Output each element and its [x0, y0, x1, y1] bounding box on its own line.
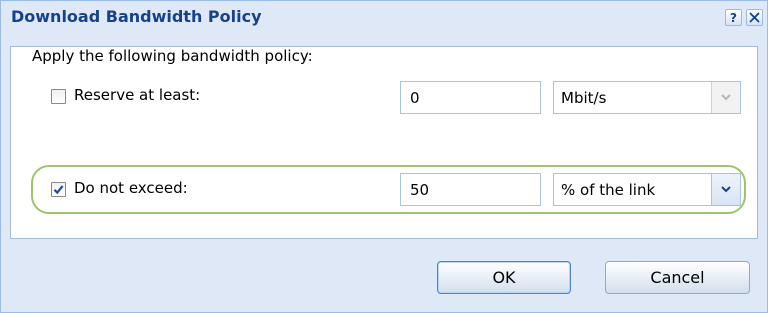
ok-button[interactable]: OK	[437, 261, 571, 294]
policy-panel	[10, 46, 758, 239]
chevron-down-icon	[721, 186, 731, 193]
reserve-checkbox[interactable]	[51, 89, 66, 104]
dialog-window: Download Bandwidth Policy ? Apply the fo…	[0, 0, 768, 313]
dialog-titlebar: Download Bandwidth Policy ?	[1, 1, 767, 32]
reserve-unit-trigger[interactable]	[711, 82, 740, 113]
reserve-unit-value: Mbit/s	[561, 89, 607, 107]
chevron-down-icon	[721, 94, 731, 101]
exceed-label: Do not exceed:	[74, 179, 188, 197]
help-icon: ?	[730, 10, 737, 25]
close-button[interactable]	[746, 9, 763, 26]
exceed-unit-value: % of the link	[561, 181, 656, 199]
exceed-unit-select[interactable]: % of the link	[553, 173, 741, 206]
exceed-unit-trigger[interactable]	[711, 174, 740, 205]
reserve-value-input[interactable]: 0	[400, 81, 541, 114]
intro-text: Apply the following bandwidth policy:	[32, 47, 313, 65]
close-icon	[749, 12, 760, 23]
checkmark-icon	[53, 185, 64, 195]
reserve-label: Reserve at least:	[74, 86, 201, 104]
reserve-unit-select[interactable]: Mbit/s	[553, 81, 741, 114]
exceed-checkbox[interactable]	[51, 182, 66, 197]
help-button[interactable]: ?	[725, 9, 742, 26]
dialog-title: Download Bandwidth Policy	[11, 7, 262, 26]
cancel-button[interactable]: Cancel	[605, 261, 750, 294]
exceed-value-input[interactable]: 50	[400, 173, 541, 206]
